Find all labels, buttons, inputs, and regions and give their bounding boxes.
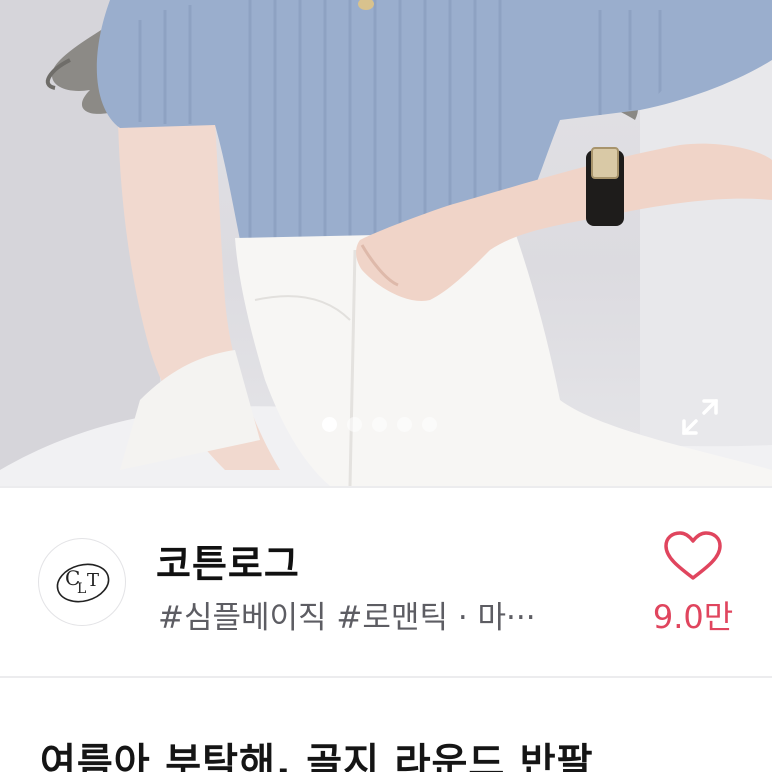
brand-name[interactable]: 코튼로그 xyxy=(156,533,300,588)
carousel-dot[interactable] xyxy=(322,417,337,432)
section-divider xyxy=(0,676,772,678)
logo-letter-t: T xyxy=(87,570,99,591)
brand-logo-mark: C L T xyxy=(56,563,110,603)
product-photo xyxy=(0,0,772,486)
carousel-dot[interactable] xyxy=(347,417,362,432)
carousel-dot[interactable] xyxy=(422,417,437,432)
heart-outline-icon xyxy=(664,531,722,580)
like-button[interactable] xyxy=(660,530,726,582)
carousel-dot[interactable] xyxy=(372,417,387,432)
product-image-carousel[interactable] xyxy=(0,0,772,486)
brand-logo[interactable]: C L T xyxy=(38,538,126,626)
expand-button[interactable] xyxy=(680,397,720,437)
product-title: 여름아 부탁해, 골지 라운드 반팔 xyxy=(40,741,594,772)
carousel-dot[interactable] xyxy=(397,417,412,432)
carousel-indicators xyxy=(322,417,437,432)
brand-tags: #심플베이직 #로맨틱 · 마··· xyxy=(158,600,536,636)
section-divider xyxy=(0,486,772,488)
logo-letter-l: L xyxy=(77,581,86,597)
like-count: 9.0만 xyxy=(652,598,734,636)
expand-icon xyxy=(682,399,718,435)
